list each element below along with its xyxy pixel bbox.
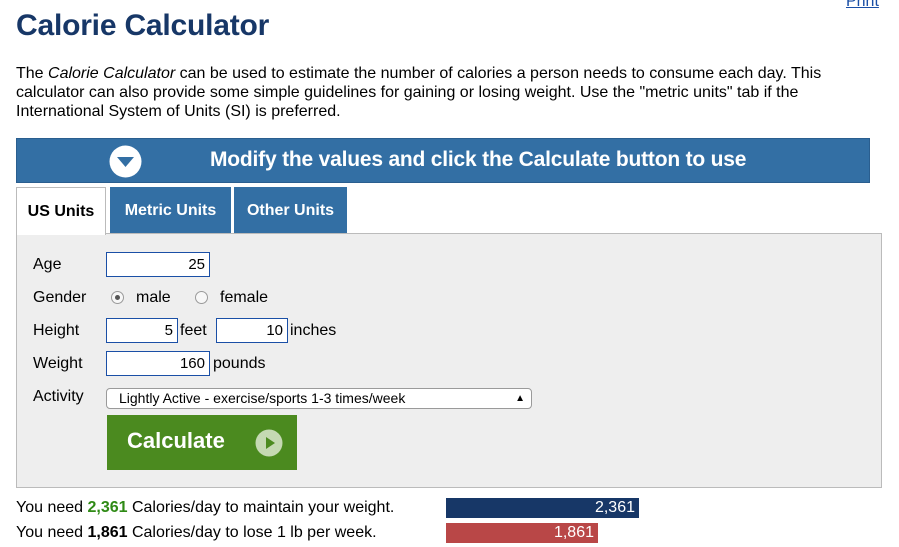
intro-italic: Calorie Calculator: [48, 65, 176, 82]
result-prefix: You need: [16, 499, 88, 516]
calculate-label: Calculate: [127, 428, 225, 453]
gender-label: Gender: [33, 289, 87, 306]
age-input[interactable]: 25: [106, 252, 210, 277]
calculator-form: Age 25 Gender male female Height 5 feet …: [16, 233, 882, 488]
feet-unit: feet: [180, 322, 207, 339]
activity-label: Activity: [33, 388, 84, 405]
gender-female-radio[interactable]: [195, 291, 208, 304]
result-lose: You need 1,861 Calories/day to lose 1 lb…: [16, 524, 377, 542]
select-arrows-icon: ▲: [515, 393, 525, 404]
play-circle-icon: [255, 429, 283, 457]
tab-us-units[interactable]: US Units: [16, 187, 106, 235]
activity-select[interactable]: Lightly Active - exercise/sports 1-3 tim…: [106, 388, 532, 409]
inches-unit: inches: [290, 322, 337, 339]
height-label: Height: [33, 322, 80, 339]
intro-paragraph: The Calorie Calculator can be used to es…: [16, 64, 886, 121]
gender-male-radio[interactable]: [111, 291, 124, 304]
weight-label: Weight: [33, 355, 83, 372]
weight-input[interactable]: 160: [106, 351, 210, 376]
intro-text-1: The: [16, 65, 49, 82]
chevron-down-circle-icon[interactable]: [109, 145, 142, 178]
tab-other-units[interactable]: Other Units: [234, 187, 347, 234]
print-link[interactable]: Print: [846, 0, 879, 11]
lose-calories-value: 1,861: [87, 524, 128, 541]
result-prefix: You need: [16, 524, 88, 541]
calculate-button[interactable]: Calculate: [107, 415, 297, 470]
page-title: Calorie Calculator: [16, 9, 270, 42]
banner-text: Modify the values and click the Calculat…: [210, 148, 747, 171]
gender-female-label[interactable]: female: [220, 289, 268, 307]
height-inches-input[interactable]: 10: [216, 318, 288, 343]
instruction-banner[interactable]: Modify the values and click the Calculat…: [16, 138, 870, 183]
activity-selected-value: Lightly Active - exercise/sports 1-3 tim…: [119, 390, 406, 406]
result-suffix: Calories/day to maintain your weight.: [127, 499, 395, 516]
pounds-unit: pounds: [213, 355, 266, 372]
maintain-calories-value: 2,361: [87, 499, 128, 516]
height-feet-input[interactable]: 5: [106, 318, 178, 343]
age-label: Age: [33, 256, 62, 273]
gender-male-label[interactable]: male: [136, 289, 171, 307]
result-suffix: Calories/day to lose 1 lb per week.: [127, 524, 377, 541]
lose-bar: 1,861: [446, 523, 598, 543]
result-maintain: You need 2,361 Calories/day to maintain …: [16, 499, 394, 517]
tab-metric-units[interactable]: Metric Units: [110, 187, 231, 234]
maintain-bar: 2,361: [446, 498, 639, 518]
